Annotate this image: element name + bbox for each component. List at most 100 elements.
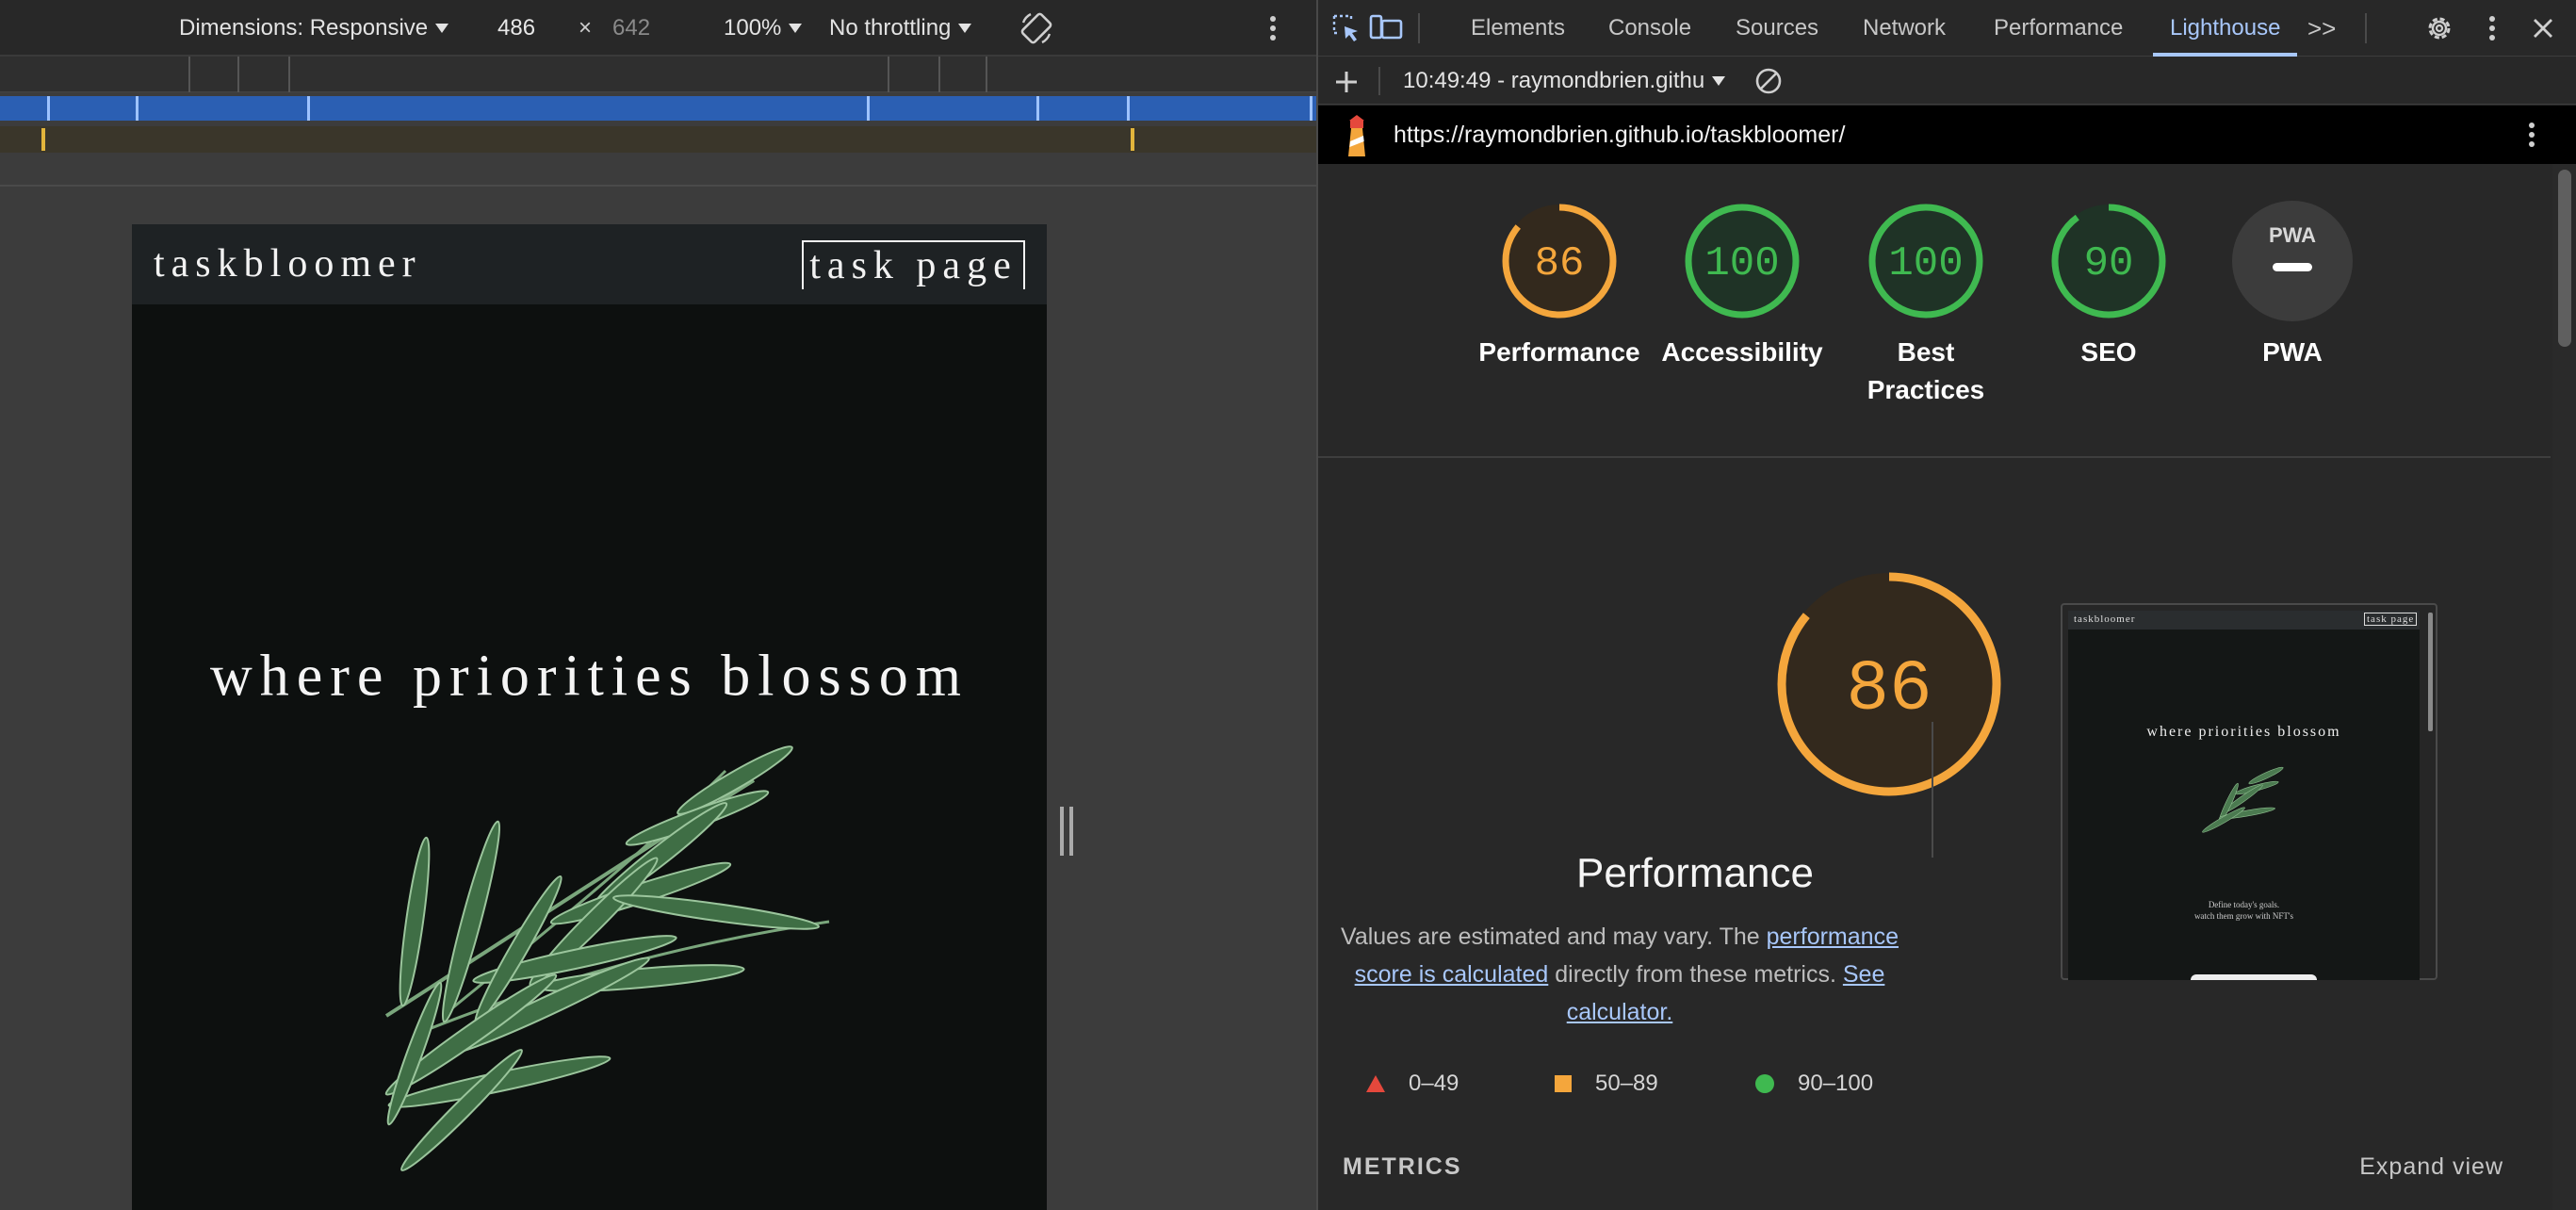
report-menu-icon[interactable] (2526, 121, 2537, 154)
chevron-down-icon (435, 24, 449, 33)
tab-console[interactable]: Console (1608, 0, 1691, 57)
device-emulation-pane: Dimensions: Responsive 486 × 642 100% No… (0, 0, 1316, 1210)
report-url-bar: https://raymondbrien.github.io/taskbloom… (1318, 106, 2576, 164)
gauge-performance[interactable]: 86 Performance (1475, 200, 1644, 371)
tabbar-separator (1418, 13, 1420, 43)
throttling-value: No throttling (829, 15, 952, 41)
gauge-performance-label: Performance (1478, 337, 1640, 367)
chevron-down-icon (1712, 76, 1726, 86)
legend-average: 50–89 (1554, 1067, 1658, 1101)
tab-lighthouse[interactable]: Lighthouse (2152, 0, 2298, 57)
expand-view-button[interactable]: Expand view (2359, 1153, 2503, 1181)
ruler-divider (0, 185, 1316, 187)
media-query-bar-min-width[interactable] (0, 126, 1316, 153)
clear-reports-icon[interactable] (1752, 64, 1785, 98)
tab-network[interactable]: Network (1863, 0, 1946, 57)
thumbnail-screen: taskbloomer task page where priorities b… (2068, 611, 2420, 980)
gauge-seo-value: 90 (2084, 240, 2134, 287)
thumbnail-tagline-line1: Define today's goals. (2208, 900, 2280, 909)
width-input[interactable]: 486 (497, 0, 535, 57)
pwa-badge-text: PWA (2269, 223, 2316, 247)
lighthouse-logo-icon (1341, 115, 1373, 161)
lighthouse-toolbar: 10:49:49 - raymondbrien.githu (1318, 57, 2576, 105)
legend-pass-range: 90–100 (1798, 1071, 1874, 1096)
inspect-element-icon[interactable] (1329, 11, 1363, 45)
thumbnail-logo: taskbloomer (2074, 613, 2136, 625)
gauge-best-practices-ring: 100 (1868, 204, 1983, 319)
report-scrollbar-thumb[interactable] (2558, 170, 2571, 347)
gauge-accessibility-value: 100 (1704, 240, 1779, 287)
dimensions-label: Dimensions: Responsive (179, 15, 429, 41)
legend-average-range: 50–89 (1595, 1071, 1658, 1096)
dimensions-dropdown[interactable]: Dimensions: Responsive (179, 0, 449, 57)
gauge-accessibility[interactable]: 100 Accessibility (1657, 200, 1827, 371)
rosemary-illustration (384, 745, 830, 1171)
metrics-header: METRICS Expand view (1318, 1150, 2551, 1187)
gauge-accessibility-label: Accessibility (1661, 337, 1823, 367)
rotate-icon[interactable] (1018, 0, 1055, 57)
more-tabs-icon[interactable]: >> (2307, 0, 2336, 57)
hero-heading: where priorities blossom (209, 644, 969, 709)
green-circle-icon (1755, 1074, 1774, 1093)
report-select-dropdown[interactable]: 10:49:49 - raymondbrien.githu (1403, 57, 1726, 105)
thumbnail-hero: where priorities blossom (2146, 724, 2341, 740)
orange-square-icon (1555, 1075, 1572, 1092)
desc-prefix: Values are estimated and may vary. The (1341, 924, 1767, 950)
thumbnail-button (2191, 974, 2317, 980)
report-url[interactable]: https://raymondbrien.github.io/taskbloom… (1394, 122, 1845, 149)
gauge-seo-ring: 90 (2051, 204, 2166, 319)
tab-performance[interactable]: Performance (1994, 0, 2123, 57)
customize-menu-icon[interactable] (2475, 11, 2509, 45)
report-select-value: 10:49:49 - raymondbrien.githu (1403, 68, 1705, 93)
thumbnail-scrollbar (2428, 613, 2433, 731)
gauge-best-practices-value: 100 (1888, 240, 1963, 287)
red-triangle-icon (1366, 1075, 1385, 1092)
final-screenshot-thumbnail[interactable]: taskbloomer task page where priorities b… (2061, 603, 2437, 980)
desc-middle: directly from these metrics. (1548, 961, 1843, 988)
height-input[interactable]: 642 (612, 0, 650, 57)
thumbnail-tagline: Define today's goals. watch them grow wi… (2068, 899, 2420, 922)
devtools-tabbar: Elements Console Sources Network Perform… (1318, 0, 2576, 57)
gauge-pwa[interactable]: PWA PWA (2208, 200, 2377, 371)
gauge-best-practices-label: Best Practices (1867, 337, 1985, 404)
throttling-dropdown[interactable]: No throttling (829, 0, 972, 57)
gauge-performance-ring: 86 (1502, 204, 1617, 319)
legend-fail: 0–49 (1365, 1067, 1459, 1101)
gauge-performance-value: 86 (1535, 240, 1585, 287)
score-legend: 0–49 50–89 90–100 (1318, 1067, 2551, 1101)
legend-fail-range: 0–49 (1409, 1071, 1459, 1096)
legend-pass: 90–100 (1754, 1067, 1873, 1101)
media-query-ruler (0, 57, 1316, 92)
tab-sources[interactable]: Sources (1736, 0, 1818, 57)
settings-gear-icon[interactable] (2422, 11, 2456, 45)
zoom-dropdown[interactable]: 100% (724, 0, 803, 57)
vertical-divider (1932, 722, 1933, 858)
site-logo[interactable]: taskbloomer (154, 241, 422, 286)
new-report-plus-icon[interactable] (1329, 65, 1363, 99)
device-toolbar: Dimensions: Responsive 486 × 642 100% No… (0, 0, 1316, 57)
tab-elements[interactable]: Elements (1471, 0, 1565, 57)
gauge-best-practices[interactable]: 100 Best Practices (1841, 200, 2011, 409)
close-icon[interactable] (2526, 11, 2560, 45)
emulated-device-viewport[interactable]: taskbloomer task page where priorities b… (132, 224, 1047, 1210)
resize-handle[interactable] (1060, 807, 1073, 856)
chevron-down-icon (789, 24, 803, 33)
thumbnail-nav: task page (2364, 613, 2418, 626)
gauge-seo[interactable]: 90 SEO (2024, 200, 2193, 371)
tabbar-separator (2365, 13, 2367, 43)
gauge-pwa-label: PWA (2262, 337, 2323, 367)
task-page-link[interactable]: task page (802, 240, 1025, 289)
performance-large-score: 86 (1846, 649, 1932, 730)
times-icon: × (579, 15, 593, 41)
lighthouse-report: 86 Performance 100 Accessibility 100 Bes… (1318, 164, 2551, 1210)
thumbnail-tagline-line2: watch them grow with NFT's (2193, 911, 2294, 921)
zoom-value: 100% (724, 15, 782, 41)
devtools-panel: Elements Console Sources Network Perform… (1316, 0, 2576, 1210)
gauge-accessibility-ring: 100 (1685, 204, 1800, 319)
more-options-icon[interactable] (1267, 0, 1279, 57)
section-divider (1318, 456, 2551, 458)
media-query-bar-max-width[interactable] (0, 96, 1316, 121)
thumbnail-plant-illustration (2202, 766, 2284, 833)
device-toolbar-toggle-icon[interactable] (1369, 11, 1403, 45)
metrics-label: METRICS (1343, 1153, 1462, 1180)
